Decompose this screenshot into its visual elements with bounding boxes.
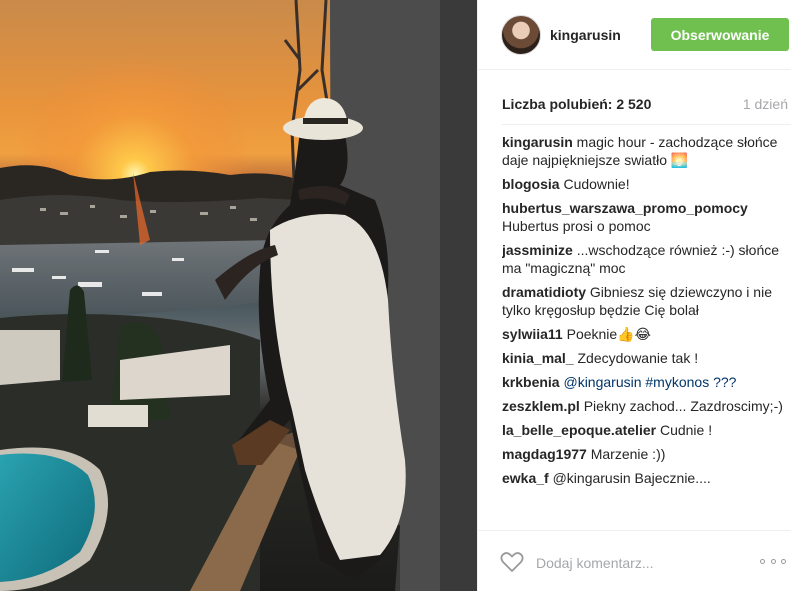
- add-comment-input[interactable]: [536, 553, 746, 573]
- comment-item: kingarusin magic hour - zachodzące słońc…: [502, 133, 789, 169]
- comment-item: jassminize ...wschodzące również :-) sło…: [502, 241, 789, 277]
- comment-author[interactable]: kingarusin: [502, 134, 573, 150]
- comment-item: kinia_mal_ Zdecydowanie tak !: [502, 349, 789, 367]
- post-age[interactable]: 1 dzień: [743, 96, 788, 112]
- comment-text: @kingarusin Bajecznie....: [548, 470, 711, 486]
- likes-count[interactable]: Liczba polubień: 2 520: [502, 96, 651, 112]
- comment-item: dramatidioty Gibniesz się dziewczyno i n…: [502, 283, 789, 319]
- more-options-icon[interactable]: [760, 551, 786, 571]
- sunset-scene: [0, 0, 477, 591]
- comment-item: blogosia Cudownie!: [502, 175, 789, 193]
- comment-item: zeszklem.pl Piekny zachod... Zazdroscimy…: [502, 397, 789, 415]
- follow-button[interactable]: Obserwowanie: [651, 18, 789, 51]
- comment-item: magdag1977 Marzenie :)): [502, 445, 789, 463]
- divider: [502, 124, 791, 125]
- comments-list[interactable]: kingarusin magic hour - zachodzące słońc…: [502, 133, 789, 528]
- comment-author[interactable]: ewka_f: [502, 470, 549, 486]
- username-link[interactable]: kingarusin: [550, 27, 621, 43]
- comment-author[interactable]: magdag1977: [502, 446, 587, 462]
- dot-icon: [760, 558, 765, 564]
- comment-author[interactable]: jassminize: [502, 242, 573, 258]
- comment-author[interactable]: dramatidioty: [502, 284, 586, 300]
- comment-text: Piekny zachod... Zazdroscimy;-): [579, 398, 783, 414]
- comment-item: krkbenia @kingarusin #mykonos ???: [502, 373, 789, 391]
- dot-icon: [781, 558, 786, 564]
- comment-text: Hubertus prosi o pomoc: [502, 218, 651, 234]
- post-sidebar: kingarusin Obserwowanie Liczba polubień:…: [477, 0, 791, 591]
- comment-text: Cudnie !: [656, 422, 713, 438]
- comment-author[interactable]: hubertus_warszawa_promo_pomocy: [502, 200, 748, 216]
- post-stats: Liczba polubień: 2 520 1 dzień: [478, 70, 791, 126]
- comment-item: hubertus_warszawa_promo_pomocy Hubertus …: [502, 199, 789, 235]
- comment-item: sylwiia11 Poeknie👍😂: [502, 325, 789, 343]
- heart-icon[interactable]: [500, 551, 524, 573]
- comment-author[interactable]: blogosia: [502, 176, 560, 192]
- comment-text: Marzenie :)): [586, 446, 666, 462]
- comment-text: Cudownie!: [559, 176, 630, 192]
- comment-text[interactable]: @kingarusin #mykonos ???: [560, 374, 736, 390]
- comment-text: Zdecydowanie tak !: [573, 350, 699, 366]
- comment-text: Poeknie👍😂: [562, 326, 651, 342]
- comment-author[interactable]: krkbenia: [502, 374, 560, 390]
- avatar[interactable]: [501, 15, 541, 55]
- comment-item: ewka_f @kingarusin Bajecznie....: [502, 469, 789, 487]
- comment-author[interactable]: la_belle_epoque.atelier: [502, 422, 656, 438]
- comment-author[interactable]: zeszklem.pl: [502, 398, 580, 414]
- comment-item: la_belle_epoque.atelier Cudnie !: [502, 421, 789, 439]
- comment-author[interactable]: sylwiia11: [502, 326, 563, 342]
- comment-author[interactable]: kinia_mal_: [502, 350, 574, 366]
- post-header: kingarusin Obserwowanie: [478, 0, 791, 70]
- post-photo[interactable]: [0, 0, 477, 591]
- dot-icon: [770, 558, 776, 564]
- comment-footer: [478, 530, 791, 591]
